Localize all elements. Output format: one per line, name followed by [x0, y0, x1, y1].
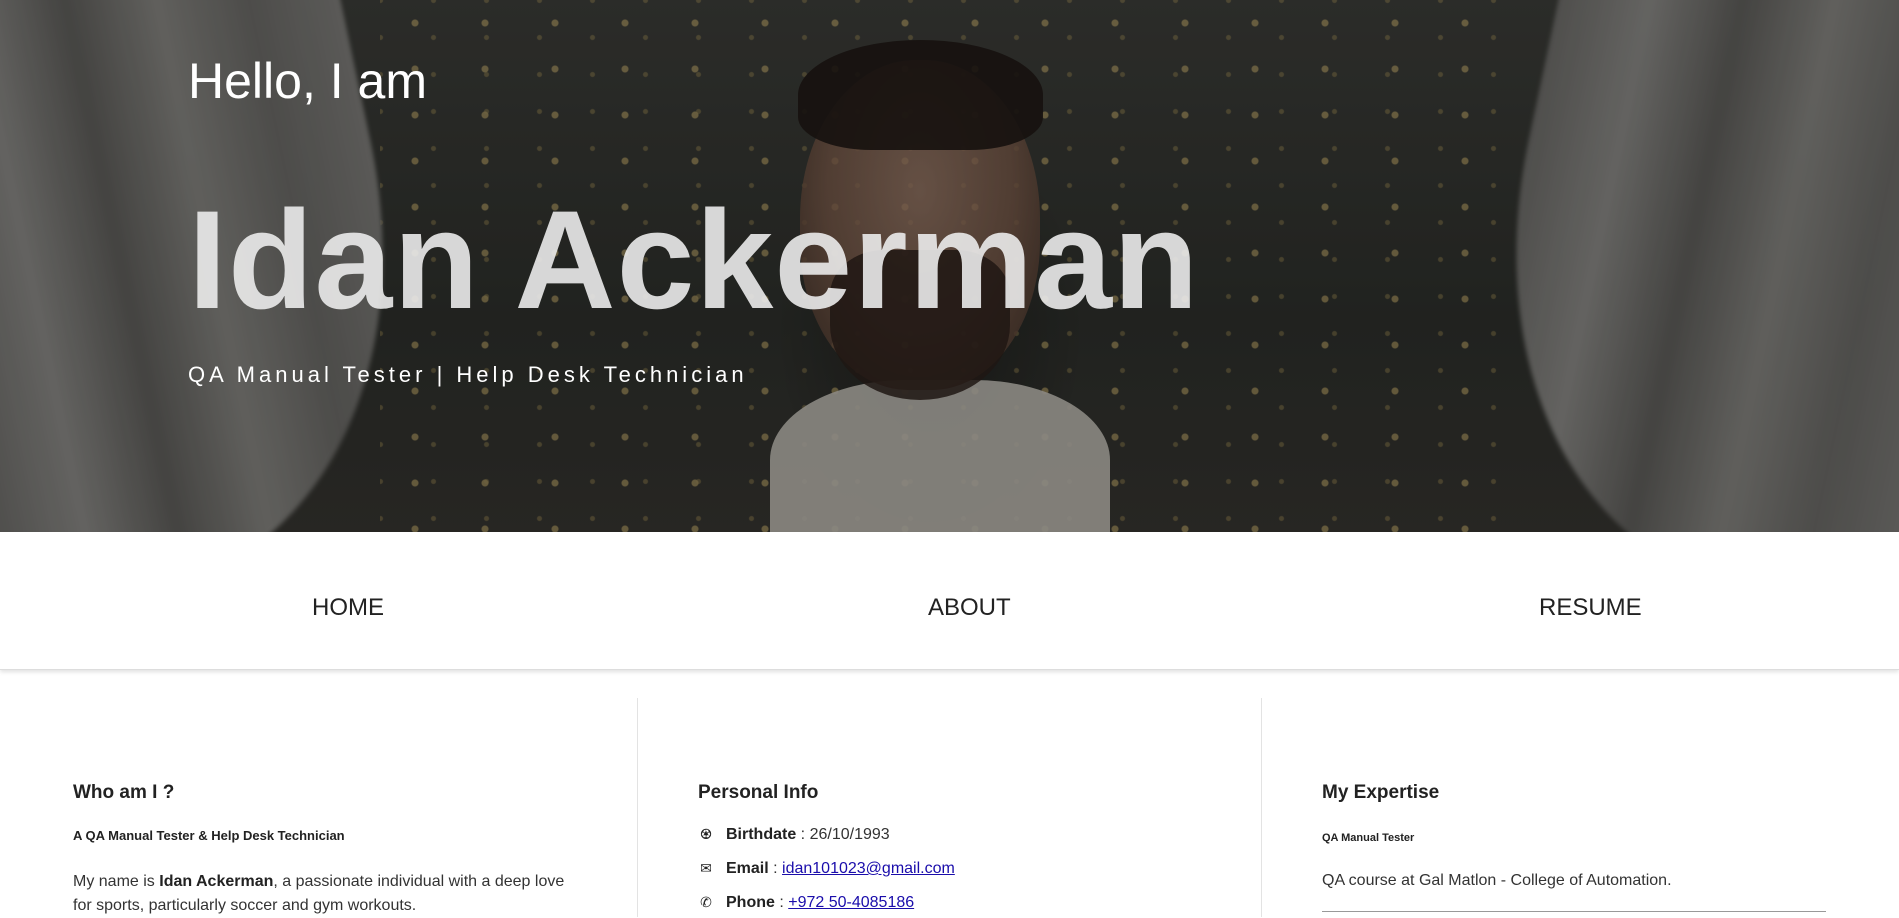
phone-label: Phone: [726, 894, 775, 911]
bio-name: Idan Ackerman: [159, 873, 274, 890]
phone-icon: ✆: [700, 894, 712, 910]
expertise-heading: My Expertise: [1322, 782, 1440, 803]
nav-home-link[interactable]: HOME: [312, 594, 384, 622]
email-separator: :: [768, 860, 783, 877]
email-label: Email: [726, 860, 769, 877]
phone-link[interactable]: +972 50-4085186: [788, 894, 914, 911]
expertise-column: My Expertise QA Manual Tester QA course …: [1322, 698, 1826, 917]
birthdate-row: ♼ Birthdate : 26/10/1993: [698, 826, 890, 844]
bio-text: My name is Idan Ackerman, a passionate i…: [73, 870, 573, 918]
personal-info-heading: Personal Info: [698, 782, 819, 803]
bio-prefix: My name is: [73, 873, 160, 890]
column-divider: [1261, 698, 1262, 917]
nav-resume-link[interactable]: RESUME: [1539, 594, 1642, 622]
birthdate-label: Birthdate: [726, 826, 797, 843]
main-nav: HOME ABOUT RESUME: [0, 532, 1899, 670]
birthday-cake-icon: ♼: [699, 826, 713, 842]
email-link[interactable]: idan101023@gmail.com: [782, 860, 955, 877]
hero-tagline: QA Manual Tester | Help Desk Technician: [188, 362, 748, 387]
expertise-item-title: QA Manual Tester: [1322, 832, 1415, 844]
who-am-i-column: Who am I ? A QA Manual Tester & Help Des…: [73, 698, 573, 917]
phone-separator: :: [774, 894, 789, 911]
column-divider: [637, 698, 638, 917]
birthdate-separator: :: [796, 826, 810, 843]
hero-greeting: Hello, I am: [188, 53, 427, 109]
who-am-i-heading: Who am I ?: [73, 782, 175, 803]
expertise-divider: [1322, 911, 1826, 912]
personal-info-column: Personal Info ♼ Birthdate : 26/10/1993 ✉ E…: [698, 698, 1198, 917]
email-row: ✉ Email : idan101023@gmail.com: [698, 860, 955, 878]
birthdate-value: 26/10/1993: [809, 826, 890, 843]
phone-row: ✆ Phone : +972 50-4085186: [698, 894, 914, 912]
hero-banner: Hello, I am Idan Ackerman QA Manual Test…: [0, 0, 1899, 532]
nav-about-link[interactable]: ABOUT: [928, 594, 1011, 622]
who-am-i-subtitle: A QA Manual Tester & Help Desk Technicia…: [73, 828, 345, 843]
envelope-icon: ✉: [700, 860, 712, 876]
hero-name: Idan Ackerman: [188, 181, 1200, 338]
expertise-item-text: QA course at Gal Matlon - College of Aut…: [1322, 872, 1672, 889]
about-section: Who am I ? A QA Manual Tester & Help Des…: [0, 698, 1899, 917]
